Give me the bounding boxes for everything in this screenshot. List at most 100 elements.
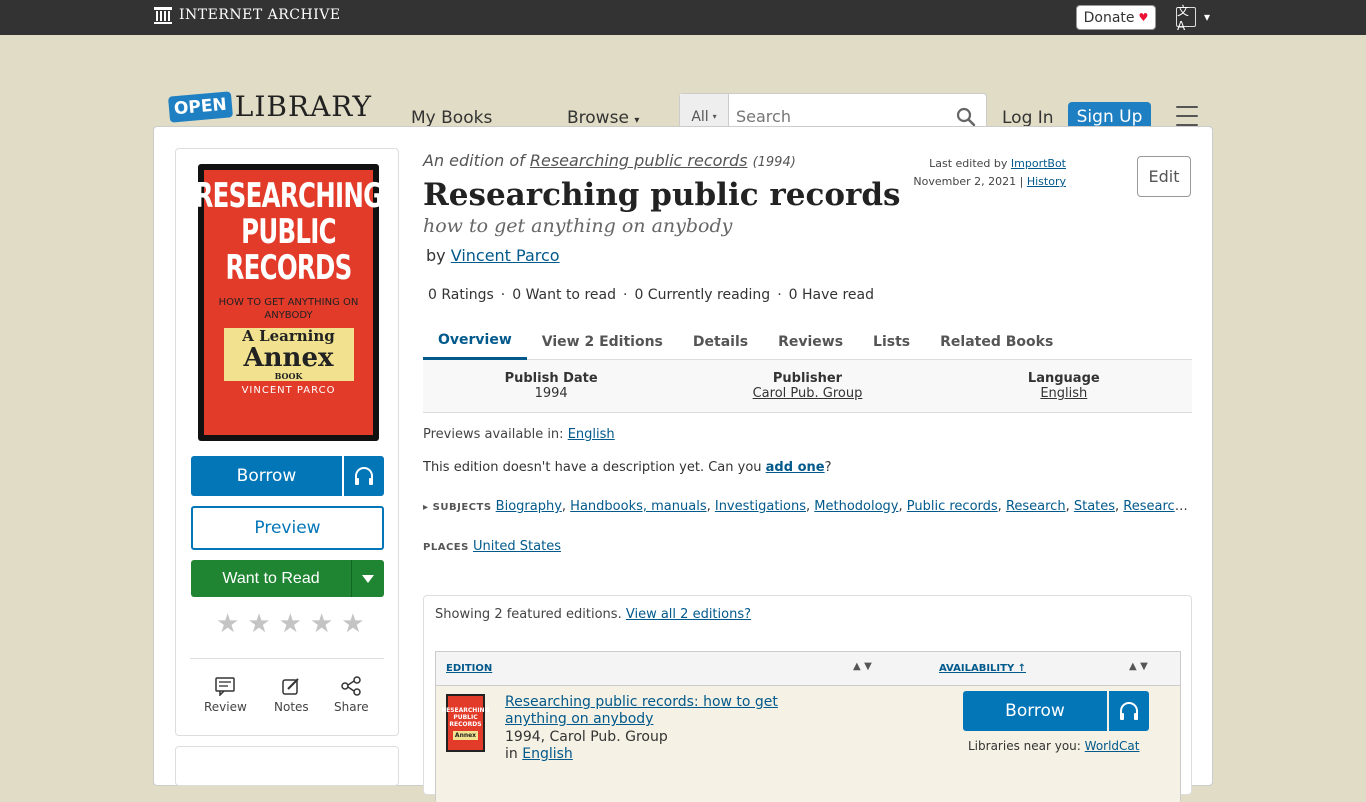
want-to-read-dropdown[interactable] xyxy=(351,560,384,597)
heart-icon: ♥ xyxy=(1138,11,1149,24)
publish-date-label: Publish Date xyxy=(504,371,598,386)
subject-link[interactable]: Research xyxy=(1006,499,1066,514)
tab-details[interactable]: Details xyxy=(678,323,763,360)
star-3-icon[interactable]: ★ xyxy=(279,611,302,637)
previews-label: Previews available in: xyxy=(423,427,564,442)
edition-language-link[interactable]: English xyxy=(522,746,573,762)
add-description-link[interactable]: add one xyxy=(766,460,825,475)
sort-arrows-icon[interactable]: ▲ ▼ xyxy=(853,661,872,672)
star-5-icon[interactable]: ★ xyxy=(341,611,364,637)
notes-action[interactable]: Notes xyxy=(274,676,309,714)
stats-separator: · xyxy=(622,287,628,303)
login-link[interactable]: Log In xyxy=(1002,108,1054,128)
want-to-read-button[interactable]: Want to Read xyxy=(191,560,351,597)
edit-button[interactable]: Edit xyxy=(1137,156,1191,197)
book-subtitle: how to get anything on anybody xyxy=(423,215,733,237)
caret-down-icon xyxy=(362,574,374,583)
editions-showing-text: Showing 2 featured editions. xyxy=(435,607,622,622)
subjects-marker[interactable]: ▸ xyxy=(423,502,429,513)
edition-year-publisher: 1994, Carol Pub. Group xyxy=(505,729,668,745)
separator: | xyxy=(1019,175,1024,188)
hamburger-menu-icon[interactable] xyxy=(1176,106,1198,126)
search-button[interactable] xyxy=(946,107,986,127)
preview-language-link[interactable]: English xyxy=(568,427,615,442)
star-2-icon[interactable]: ★ xyxy=(247,611,270,637)
tab-related-books[interactable]: Related Books xyxy=(925,323,1068,360)
language-link[interactable]: English xyxy=(1040,386,1087,401)
book-cover-art: RESEARCHING PUBLIC RECORDS HOW TO GET AN… xyxy=(195,170,383,435)
language-switcher[interactable]: 文A ▾ xyxy=(1176,4,1210,33)
donate-label: Donate xyxy=(1083,9,1135,26)
by-label: by xyxy=(426,246,446,265)
table-row: RESEARCHING PUBLIC RECORDS Annex Researc… xyxy=(436,686,1180,802)
tab-overview[interactable]: Overview xyxy=(423,323,527,360)
last-edited-info: Last edited by ImportBot November 2, 202… xyxy=(913,155,1066,191)
borrow-button[interactable]: Borrow xyxy=(191,456,342,496)
logo-library-text: LIBRARY xyxy=(234,90,373,123)
donate-button[interactable]: Donate ♥ xyxy=(1076,5,1156,30)
search-scope-value: All xyxy=(691,108,709,125)
last-edited-prefix: Last edited by xyxy=(929,157,1008,170)
tab-reviews[interactable]: Reviews xyxy=(763,323,858,360)
edition-of-line: An edition of Researching public records… xyxy=(423,151,796,170)
description-text: This edition doesn't have a description … xyxy=(423,460,762,475)
currently-reading-count: 0 Currently reading xyxy=(634,287,771,303)
edition-listen-button[interactable] xyxy=(1109,691,1149,731)
nav-my-books[interactable]: My Books xyxy=(411,108,492,128)
review-action[interactable]: Review xyxy=(204,676,247,714)
subject-link[interactable]: Research… xyxy=(1123,499,1189,514)
subjects-label: SUBJECTS xyxy=(432,502,492,513)
subject-link[interactable]: Handbooks, manuals xyxy=(570,499,706,514)
cover-subtitle: HOW TO GET ANYTHING ON ANYBODY xyxy=(218,297,359,321)
search-icon xyxy=(956,107,976,126)
language-cell: Language English xyxy=(936,360,1192,412)
nav-browse[interactable]: Browse ▾ xyxy=(567,108,639,128)
last-edited-date: November 2, 2021 xyxy=(913,175,1017,188)
author-link[interactable]: Vincent Parco xyxy=(451,246,560,265)
notes-label: Notes xyxy=(274,700,309,714)
book-cover[interactable]: RESEARCHING PUBLIC RECORDS HOW TO GET AN… xyxy=(195,164,383,441)
work-year: (1994) xyxy=(752,155,796,170)
cover-annex-badge: A Learning Annex BOOK xyxy=(223,328,354,381)
tab-lists[interactable]: Lists xyxy=(858,323,925,360)
listen-button[interactable] xyxy=(344,456,384,496)
places-list: PLACES United States xyxy=(423,539,561,554)
publisher-label: Publisher xyxy=(772,371,843,386)
work-title-link[interactable]: Researching public records xyxy=(530,151,748,170)
edition-column-header[interactable]: EDITION xyxy=(446,663,492,674)
preview-button[interactable]: Preview xyxy=(191,506,384,550)
edition-title-link[interactable]: Researching public records: how to get a… xyxy=(505,694,805,728)
sort-arrows-icon[interactable]: ▲ ▼ xyxy=(1129,661,1148,672)
open-library-logo[interactable]: OPEN LIBRARY xyxy=(167,90,373,123)
subject-link[interactable]: Biography xyxy=(496,499,562,514)
edition-in-prefix: in xyxy=(505,746,518,762)
language-label: Language xyxy=(1027,371,1100,386)
stats-separator: · xyxy=(777,287,782,303)
subject-link[interactable]: Investigations xyxy=(715,499,806,514)
history-link[interactable]: History xyxy=(1027,175,1066,188)
ratings-count[interactable]: 0 Ratings xyxy=(428,287,494,303)
reading-stats: 0 Ratings · 0 Want to read · 0 Currently… xyxy=(428,287,874,303)
view-all-editions-link[interactable]: View all 2 editions? xyxy=(626,607,751,622)
star-4-icon[interactable]: ★ xyxy=(310,611,333,637)
publish-date-value: 1994 xyxy=(534,386,568,401)
chevron-down-icon: ▾ xyxy=(712,112,717,121)
worldcat-link[interactable]: WorldCat xyxy=(1085,739,1140,753)
subject-link[interactable]: Public records xyxy=(907,499,998,514)
stats-separator: · xyxy=(500,287,506,303)
share-action[interactable]: Share xyxy=(334,676,369,714)
star-1-icon[interactable]: ★ xyxy=(216,611,239,637)
place-link[interactable]: United States xyxy=(473,539,561,554)
subject-link[interactable]: Methodology xyxy=(814,499,898,514)
edition-borrow-button[interactable]: Borrow xyxy=(963,691,1107,731)
edition-cover-thumbnail[interactable]: RESEARCHING PUBLIC RECORDS Annex xyxy=(442,694,490,752)
lower-sidebar-panel xyxy=(175,746,399,786)
tab-view-editions[interactable]: View 2 Editions xyxy=(527,323,678,360)
subject-link[interactable]: States xyxy=(1074,499,1115,514)
places-label: PLACES xyxy=(423,542,469,553)
publisher-cell: Publisher Carol Pub. Group xyxy=(679,360,935,412)
publisher-link[interactable]: Carol Pub. Group xyxy=(753,386,863,401)
availability-column-header[interactable]: AVAILABILITY ↑ xyxy=(939,663,1026,674)
last-edited-by-link[interactable]: ImportBot xyxy=(1011,157,1066,170)
internet-archive-logo[interactable]: INTERNET ARCHIVE xyxy=(153,5,341,25)
